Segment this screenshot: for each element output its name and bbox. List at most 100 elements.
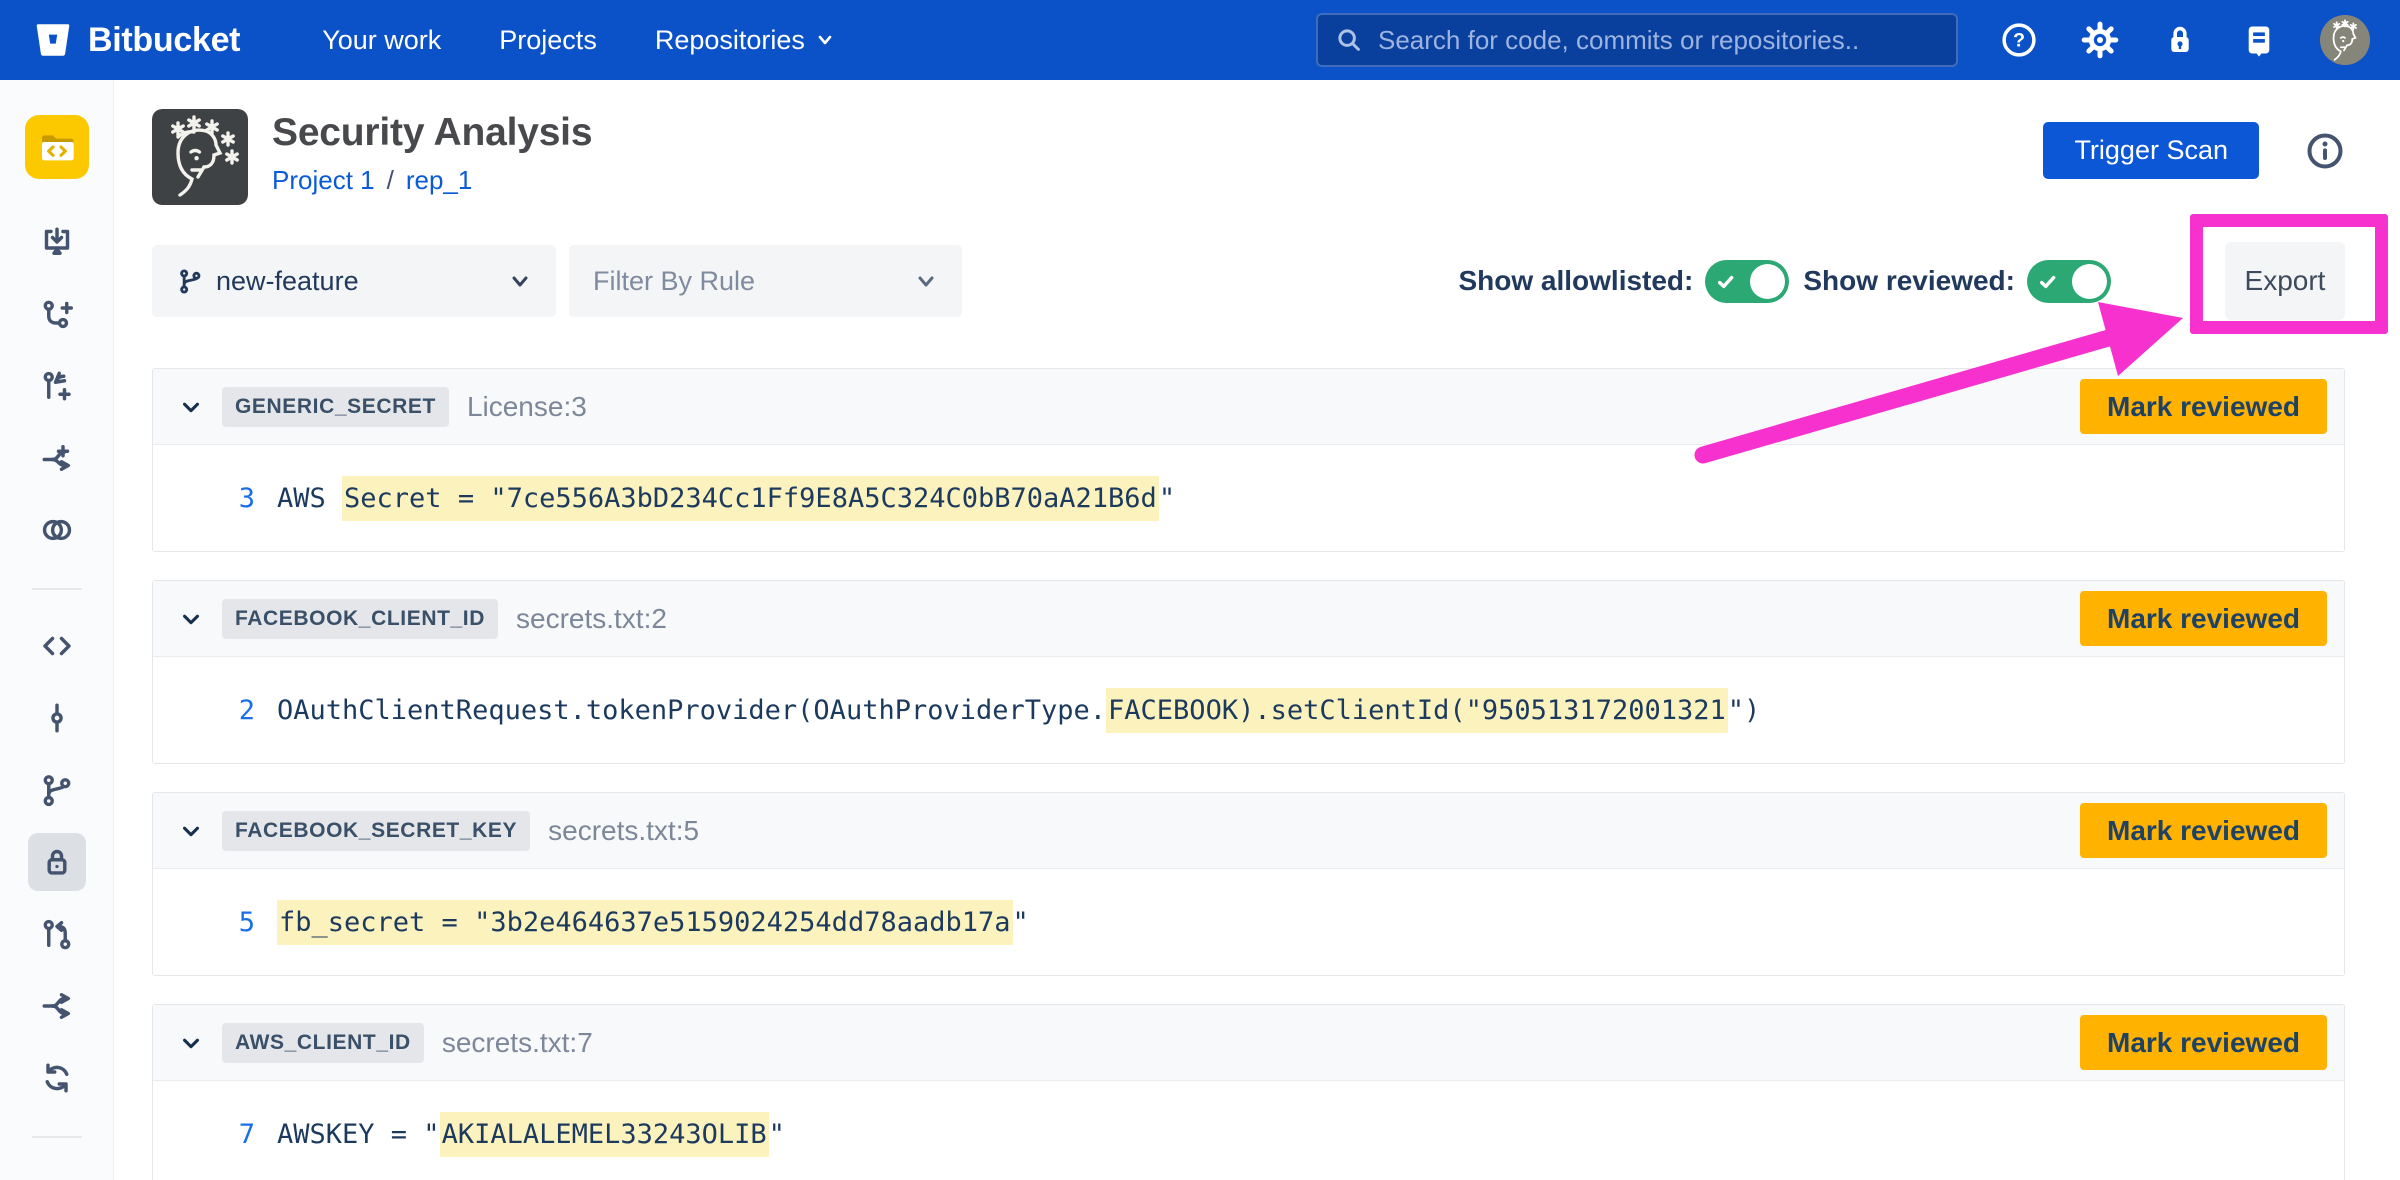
finding-header: AWS_CLIENT_ID secrets.txt:7 Mark reviewe… (153, 1005, 2344, 1081)
toggle-knob (2072, 264, 2107, 299)
nav-links: Your work Projects Repositories (322, 25, 835, 56)
branches-icon[interactable] (0, 754, 114, 826)
repository-artwork-avatar (152, 109, 248, 205)
branch-selected-value: new-feature (216, 266, 359, 297)
code-snippet: 7 AWSKEY = "AKIALALEMEL33243OLIB" (153, 1081, 2344, 1180)
chevron-down-icon (914, 269, 938, 293)
global-search[interactable] (1316, 13, 1958, 67)
repository-sidebar (0, 80, 114, 1180)
compare-icon[interactable] (0, 494, 114, 566)
lock-icon[interactable] (2162, 22, 2198, 58)
code-line: fb_secret = "3b2e464637e5159024254dd78aa… (277, 907, 1029, 938)
title-block: Security Analysis Project 1 / rep_1 (272, 109, 592, 196)
page-title: Security Analysis (272, 111, 592, 155)
show-allowlisted-toggle[interactable] (1705, 260, 1789, 303)
info-icon[interactable] (2305, 131, 2345, 171)
finding-location: secrets.txt:7 (442, 1027, 593, 1059)
show-reviewed-toggle[interactable] (2027, 260, 2111, 303)
mark-reviewed-button[interactable]: Mark reviewed (2080, 591, 2327, 646)
nav-item-your-work[interactable]: Your work (322, 25, 441, 56)
user-avatar[interactable] (2320, 15, 2370, 65)
bitbucket-logo[interactable]: Bitbucket (32, 19, 240, 61)
header-actions: Trigger Scan (2043, 122, 2345, 179)
finding-location: secrets.txt:5 (548, 815, 699, 847)
code-snippet: 2 OAuthClientRequest.tokenProvider(OAuth… (153, 657, 2344, 763)
trigger-scan-button[interactable]: Trigger Scan (2043, 122, 2259, 179)
collapse-chevron-icon[interactable] (180, 608, 202, 630)
line-number: 3 (153, 483, 255, 514)
sidebar-divider-bottom (32, 1136, 82, 1138)
create-pull-request-icon[interactable] (0, 350, 114, 422)
nav-item-repositories[interactable]: Repositories (655, 25, 835, 56)
finding-card: FACEBOOK_CLIENT_ID secrets.txt:2 Mark re… (152, 580, 2345, 764)
search-icon (1334, 25, 1364, 55)
finding-card: GENERIC_SECRET License:3 Mark reviewed 3… (152, 368, 2345, 552)
feedback-panel-icon[interactable] (2240, 21, 2278, 59)
rule-badge: FACEBOOK_SECRET_KEY (222, 811, 530, 851)
show-reviewed-label: Show reviewed: (1803, 265, 2015, 297)
code-snippet: 5 fb_secret = "3b2e464637e5159024254dd78… (153, 869, 2344, 975)
rule-badge: AWS_CLIENT_ID (222, 1023, 424, 1063)
bitbucket-bucket-icon (32, 19, 74, 61)
show-allowlisted-label: Show allowlisted: (1458, 265, 1693, 297)
clone-icon[interactable] (0, 206, 114, 278)
line-number: 7 (153, 1119, 255, 1150)
finding-location: secrets.txt:2 (516, 603, 667, 635)
deployments-sync-icon[interactable] (0, 1042, 114, 1114)
line-number: 5 (153, 907, 255, 938)
code-line: OAuthClientRequest.tokenProvider(OAuthPr… (277, 695, 1760, 726)
breadcrumb-project-link[interactable]: Project 1 (272, 165, 375, 196)
export-button[interactable]: Export (2225, 242, 2345, 320)
commits-icon[interactable] (0, 682, 114, 754)
rule-filter-dropdown[interactable]: Filter By Rule (569, 245, 962, 317)
rule-filter-placeholder: Filter By Rule (593, 266, 755, 297)
code-snippet: 3 AWS Secret = "7ce556A3bD234Cc1Ff9E8A5C… (153, 445, 2344, 551)
finding-header: GENERIC_SECRET License:3 Mark reviewed (153, 369, 2344, 445)
finding-card: FACEBOOK_SECRET_KEY secrets.txt:5 Mark r… (152, 792, 2345, 976)
security-lock-icon[interactable] (0, 826, 114, 898)
collapse-chevron-icon[interactable] (180, 396, 202, 418)
breadcrumb: Project 1 / rep_1 (272, 165, 592, 196)
help-icon[interactable]: ? (2000, 21, 2038, 59)
secret-highlight: fb_secret = "3b2e464637e5159024254dd78aa… (277, 900, 1013, 945)
branch-selector-dropdown[interactable]: new-feature (152, 245, 556, 317)
add-pipeline-icon[interactable] (0, 422, 114, 494)
sidebar-divider (32, 588, 82, 590)
toggle-group: Show allowlisted: Show reviewed: Export (1458, 242, 2345, 320)
finding-header: FACEBOOK_CLIENT_ID secrets.txt:2 Mark re… (153, 581, 2344, 657)
settings-gear-icon[interactable] (2080, 20, 2120, 60)
create-branch-icon[interactable] (0, 278, 114, 350)
breadcrumb-separator: / (387, 165, 394, 196)
repository-avatar[interactable] (25, 115, 89, 179)
mark-reviewed-button[interactable]: Mark reviewed (2080, 803, 2327, 858)
nav-icon-group: ? (2000, 15, 2370, 65)
collapse-chevron-icon[interactable] (180, 1032, 202, 1054)
collapse-chevron-icon[interactable] (180, 820, 202, 842)
filter-row: new-feature Filter By Rule Show allowlis… (152, 245, 2345, 317)
pipelines-icon[interactable] (0, 970, 114, 1042)
pull-requests-icon[interactable] (0, 898, 114, 970)
top-navigation: Bitbucket Your work Projects Repositorie… (0, 0, 2400, 80)
brand-name: Bitbucket (88, 21, 240, 60)
rule-badge: FACEBOOK_CLIENT_ID (222, 599, 498, 639)
check-icon (2038, 272, 2058, 292)
rule-badge: GENERIC_SECRET (222, 387, 449, 427)
nav-item-projects[interactable]: Projects (499, 25, 597, 56)
finding-card: AWS_CLIENT_ID secrets.txt:7 Mark reviewe… (152, 1004, 2345, 1180)
source-code-icon[interactable] (0, 610, 114, 682)
svg-text:?: ? (2013, 30, 2025, 52)
page-header: Security Analysis Project 1 / rep_1 Trig… (152, 109, 2345, 205)
code-line: AWS Secret = "7ce556A3bD234Cc1Ff9E8A5C32… (277, 483, 1175, 514)
main-content: Security Analysis Project 1 / rep_1 Trig… (115, 80, 2400, 1180)
breadcrumb-repo-link[interactable]: rep_1 (406, 165, 473, 196)
secret-highlight: Secret = "7ce556A3bD234Cc1Ff9E8A5C324C0b… (342, 476, 1159, 521)
secret-highlight: FACEBOOK).setClientId("950513172001321 (1106, 688, 1728, 733)
finding-location: License:3 (467, 391, 587, 423)
search-input[interactable] (1378, 25, 1940, 56)
code-line: AWSKEY = "AKIALALEMEL33243OLIB" (277, 1119, 785, 1150)
branch-icon (176, 267, 204, 295)
mark-reviewed-button[interactable]: Mark reviewed (2080, 379, 2327, 434)
secret-highlight: AKIALALEMEL33243OLIB (440, 1112, 769, 1157)
mark-reviewed-button[interactable]: Mark reviewed (2080, 1015, 2327, 1070)
check-icon (1716, 272, 1736, 292)
